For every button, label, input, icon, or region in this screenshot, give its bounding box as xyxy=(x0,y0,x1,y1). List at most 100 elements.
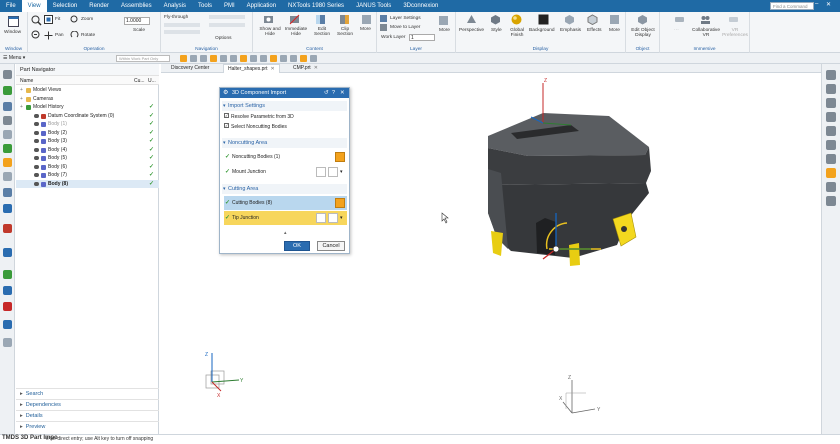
resolve-parametric-checkbox[interactable]: ✓ xyxy=(224,113,229,119)
collapse-arrow-icon[interactable]: ▴ xyxy=(284,230,287,236)
global-finish-label[interactable]: Global Finish xyxy=(508,28,526,38)
noncutting-bodies-selector[interactable]: ✓ Noncutting Bodies (1) xyxy=(224,150,347,164)
resource-tab-icon[interactable] xyxy=(3,102,12,111)
navigator-section-details[interactable]: ▸ Details xyxy=(16,410,159,420)
minimize-icon[interactable]: – xyxy=(815,1,818,7)
menu-button[interactable]: ☰ Menu ▾ xyxy=(3,55,25,61)
close-icon[interactable]: ✕ xyxy=(340,88,345,98)
reset-icon[interactable]: ↺ xyxy=(324,88,329,98)
chevron-down-icon[interactable]: ▾ xyxy=(340,165,343,179)
expand-icon[interactable]: + xyxy=(20,103,23,112)
immediate-hide-label[interactable]: Immediate Hide xyxy=(284,27,308,37)
show-hide-icon[interactable] xyxy=(263,14,274,25)
menu-item-3dconnexion[interactable]: 3Dconnexion xyxy=(397,0,444,12)
resource-tab-icon[interactable] xyxy=(3,204,12,213)
csys-picker-icon[interactable] xyxy=(328,167,338,177)
selection-tool-icon[interactable] xyxy=(180,55,187,62)
tip-junction-selector[interactable]: ✓ Tip Junction ▾ xyxy=(224,211,347,225)
menu-item-selection[interactable]: Selection xyxy=(47,0,84,12)
menu-item-pmi[interactable]: PMI xyxy=(218,0,241,12)
zoom-area-icon[interactable] xyxy=(31,15,42,26)
resource-tab-icon[interactable] xyxy=(3,320,12,329)
close-tab-icon[interactable]: ✕ xyxy=(314,65,318,71)
view-tool-icon[interactable] xyxy=(826,112,836,122)
emphasis-label[interactable]: Emphasis xyxy=(560,28,581,33)
select-body-icon[interactable] xyxy=(335,152,345,162)
cutting-area-header[interactable]: ▾ Cutting Area xyxy=(222,184,347,194)
work-layer-input[interactable]: 1 xyxy=(409,34,435,41)
edit-section-icon[interactable] xyxy=(315,14,326,25)
tab-cmp-prt[interactable]: CMP.prt ✕ xyxy=(289,64,322,73)
window-icon[interactable] xyxy=(8,16,19,27)
menu-item-assemblies[interactable]: Assemblies xyxy=(115,0,158,12)
tree-row[interactable]: Body (6) ✓ xyxy=(16,163,159,172)
selection-tool-icon[interactable] xyxy=(230,55,237,62)
visibility-eye-icon[interactable] xyxy=(34,173,39,177)
gear-icon[interactable]: ⚙ xyxy=(223,88,228,98)
clip-section-icon[interactable] xyxy=(339,14,350,25)
fly-through-label[interactable]: Fly-through xyxy=(164,15,188,20)
collaborative-vr-icon[interactable] xyxy=(700,14,711,25)
move-to-layer-icon[interactable] xyxy=(380,24,387,31)
chevron-down-icon[interactable]: ▾ xyxy=(340,211,343,225)
tree-row[interactable]: Body (1) ✓ xyxy=(16,120,159,129)
ok-button[interactable]: OK xyxy=(284,241,310,251)
selection-tool-icon[interactable] xyxy=(240,55,247,62)
visibility-eye-icon[interactable] xyxy=(34,139,39,143)
select-noncutting-checkbox[interactable]: ✓ xyxy=(224,123,229,129)
import-settings-header[interactable]: ▾ Import Settings xyxy=(222,101,347,111)
zoom-icon[interactable] xyxy=(70,15,79,24)
visibility-eye-icon[interactable] xyxy=(34,164,39,169)
move-to-layer-label[interactable]: Move to Layer xyxy=(390,25,420,30)
navigator-section-preview[interactable]: ▸ Preview xyxy=(16,421,159,431)
help-icon[interactable]: ? xyxy=(332,88,335,98)
edit-object-display-icon[interactable] xyxy=(637,14,648,25)
view-tool-icon[interactable] xyxy=(826,84,836,94)
selection-tool-icon[interactable] xyxy=(290,55,297,62)
resource-tab-icon[interactable] xyxy=(3,224,12,233)
selection-tool-icon[interactable] xyxy=(300,55,307,62)
menu-item-tools[interactable]: Tools xyxy=(192,0,218,12)
navigator-section-dependencies[interactable]: ▸ Dependencies xyxy=(16,399,159,409)
fit-icon[interactable] xyxy=(44,15,53,24)
expand-icon[interactable]: + xyxy=(20,86,23,95)
resource-tab-icon[interactable] xyxy=(3,286,12,295)
tree-row[interactable]: Datum Coordinate System (0) ✓ xyxy=(16,112,159,121)
background-icon[interactable] xyxy=(538,14,549,25)
resource-tab-icon[interactable] xyxy=(3,70,12,79)
resource-tab-icon[interactable] xyxy=(3,270,12,279)
select-noncutting-option[interactable]: ✓ Select Noncutting Bodies xyxy=(224,123,347,132)
close-tab-icon[interactable]: ✕ xyxy=(270,66,274,72)
visibility-eye-icon[interactable] xyxy=(34,130,39,135)
noncutting-area-header[interactable]: ▾ Noncutting Area xyxy=(222,138,347,148)
selection-tool-icon[interactable] xyxy=(250,55,257,62)
tree-row[interactable]: Body (8) ✓ xyxy=(16,179,159,188)
immediate-hide-icon[interactable] xyxy=(289,14,300,25)
rotate-label[interactable]: Rotate xyxy=(81,33,95,38)
close-icon[interactable]: ✕ xyxy=(826,1,831,8)
tree-row[interactable]: Body (7) ✓ xyxy=(16,171,159,180)
effects-label[interactable]: Effects xyxy=(587,28,602,33)
menu-item-render[interactable]: Render xyxy=(83,0,115,12)
menu-item-application[interactable]: Application xyxy=(241,0,282,12)
resource-tab-icon[interactable] xyxy=(3,158,12,167)
perspective-label[interactable]: Perspective xyxy=(459,28,484,33)
resource-tab-icon[interactable] xyxy=(3,130,12,139)
more-layer-icon[interactable] xyxy=(438,15,449,26)
emphasis-icon[interactable] xyxy=(564,14,575,25)
column-name[interactable]: Name xyxy=(20,78,33,84)
view-tool-icon[interactable] xyxy=(826,196,836,206)
visibility-eye-icon[interactable] xyxy=(34,181,39,186)
resource-tab-icon[interactable] xyxy=(3,248,12,257)
visibility-eye-icon[interactable] xyxy=(34,113,39,118)
selection-tool-icon[interactable] xyxy=(310,55,317,62)
style-label[interactable]: Style xyxy=(491,28,502,33)
resource-tab-icon[interactable] xyxy=(3,172,12,181)
fit-label[interactable]: Fit xyxy=(55,17,60,22)
tab-discovery-center[interactable]: Discovery Center xyxy=(167,64,213,73)
view-tool-icon[interactable] xyxy=(826,182,836,192)
expand-icon[interactable]: + xyxy=(20,95,23,104)
background-label[interactable]: Background xyxy=(529,28,555,33)
visibility-eye-icon[interactable] xyxy=(34,122,39,126)
selection-tool-icon[interactable] xyxy=(190,55,197,62)
